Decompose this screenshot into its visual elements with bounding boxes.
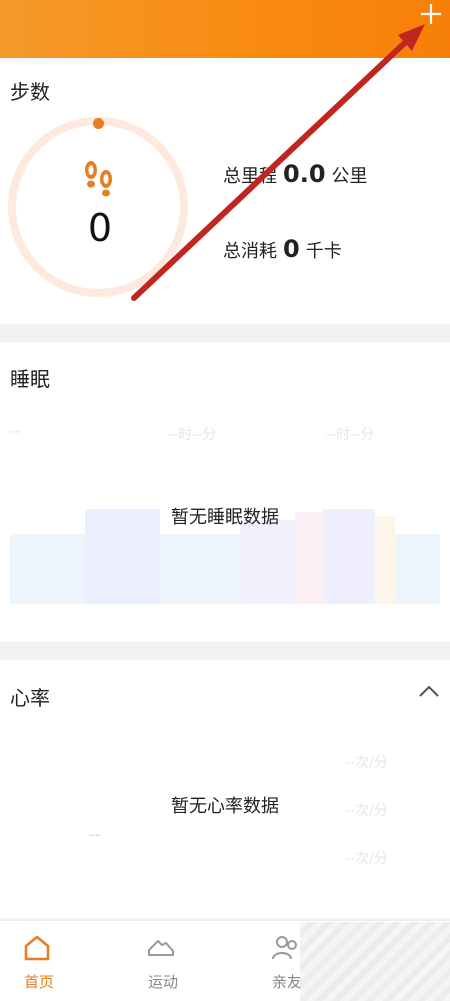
sleep-bar	[10, 534, 85, 604]
tab-home-label: 首页	[23, 973, 54, 991]
obscured-area	[300, 922, 450, 1001]
distance-stat: 总里程 0.0 公里	[223, 160, 368, 188]
calories-unit: 千卡	[305, 241, 342, 262]
top-header	[0, 0, 450, 58]
heart-rate-card[interactable]	[0, 660, 450, 918]
heart-rate-row: --次/分	[345, 755, 388, 771]
distance-unit: 公里	[331, 166, 368, 187]
calories-value: 0	[283, 235, 300, 263]
sleep-empty-text: 暂无睡眠数据	[171, 507, 279, 528]
sleep-placeholder: --时--分	[168, 427, 217, 443]
calories-label: 总消耗	[223, 241, 277, 262]
people-icon	[272, 936, 297, 960]
footprints-icon	[85, 161, 112, 197]
sleep-placeholder: --	[10, 424, 21, 440]
heart-rate-placeholder: --	[88, 824, 101, 845]
progress-indicator-dot	[93, 118, 104, 129]
sleep-bar	[375, 516, 395, 604]
tab-sport-label: 运动	[147, 973, 178, 991]
distance-value: 0.0	[283, 160, 326, 188]
steps-title: 步数	[10, 80, 50, 104]
heart-rate-title: 心率	[10, 686, 50, 710]
heart-rate-row: --次/分	[345, 851, 388, 867]
tab-home[interactable]: 首页	[0, 921, 94, 1001]
sneaker-icon	[148, 940, 174, 956]
tab-sport[interactable]: 运动	[108, 921, 218, 1001]
plus-icon[interactable]	[416, 0, 446, 30]
chevron-up-icon[interactable]	[418, 683, 440, 699]
heart-rate-empty-text: 暂无心率数据	[171, 796, 279, 817]
sleep-bar	[395, 534, 440, 604]
sleep-title: 睡眠	[10, 367, 50, 391]
sleep-placeholder: --时--分	[326, 427, 375, 443]
distance-label: 总里程	[223, 166, 277, 187]
steps-count: 0	[87, 206, 113, 250]
sleep-bar	[160, 534, 240, 604]
sleep-bar	[240, 520, 295, 604]
home-icon	[24, 935, 50, 961]
calories-stat: 总消耗 0 千卡	[223, 235, 342, 263]
